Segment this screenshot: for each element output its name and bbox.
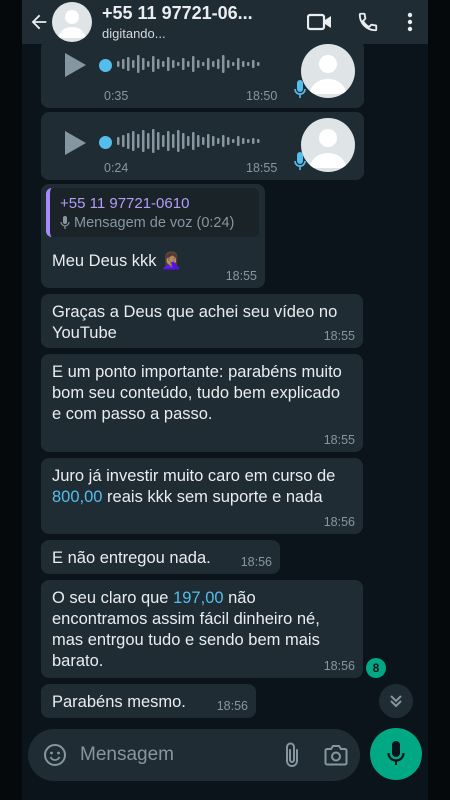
voice-duration: 0:24 [104,161,129,175]
message-time: 18:55 [225,269,257,283]
message-bubble[interactable]: E um ponto importante: parabéns muito bo… [41,354,363,452]
mic-icon [60,216,70,229]
play-icon[interactable] [63,52,87,78]
avatar-icon [58,10,86,38]
playback-position[interactable] [99,136,112,149]
message-input[interactable]: Mensagem [80,744,272,766]
phone-number-link[interactable]: 800,00 [52,488,102,506]
message-time: 18:56 [240,555,272,569]
back-arrow-icon [31,14,47,30]
message-time: 18:50 [246,89,278,103]
message-time: 18:55 [323,433,355,447]
chevron-double-down-icon [390,695,402,708]
quoted-preview-text: Mensagem de voz (0:24) [74,215,235,231]
chat-area[interactable]: 0:35 18:50 0:24 18:55 +55 11 97721-0610 … [22,44,428,800]
more-vert-icon [407,12,413,32]
contact-name: +55 11 97721-06... [102,3,253,23]
mic-icon [294,80,306,98]
sender-avatar [301,118,355,172]
typing-status: digitando... [102,26,166,41]
quoted-preview: Mensagem de voz (0:24) [60,215,251,231]
message-text: Meu Deus kkk 🤦🏽‍♀️ [52,252,182,270]
message-bubble[interactable]: E não entregou nada. 18:56 [41,540,280,574]
play-icon[interactable] [63,130,87,156]
video-call-icon [307,13,331,31]
voice-message[interactable]: 0:35 18:50 [41,44,364,108]
camera-icon [324,745,348,766]
attach-button[interactable] [272,742,312,768]
back-button[interactable] [22,0,56,44]
avatar-icon [309,129,347,168]
phone-number-link[interactable]: 197,00 [173,589,223,607]
message-time: 18:56 [216,699,248,713]
waveform[interactable] [117,49,287,79]
waveform[interactable] [117,126,287,156]
message-bubble[interactable]: Graças a Deus que achei seu vídeo no You… [41,294,363,348]
frame-edge-left [0,0,22,800]
attach-icon [286,742,298,767]
mic-icon [294,152,306,170]
contact-avatar[interactable] [52,2,92,42]
voice-call-button[interactable] [344,0,392,44]
mic-icon [387,741,405,765]
camera-button[interactable] [312,744,360,766]
phone-icon [358,12,378,32]
emoji-icon [44,744,66,766]
record-voice-button[interactable] [370,728,422,780]
message-bubble[interactable]: Juro já investir muito caro em curso de … [41,458,363,534]
message-text: E um ponto importante: parabéns muito bo… [52,363,342,423]
reply-message[interactable]: +55 11 97721-0610 Mensagem de voz (0:24)… [41,184,265,288]
frame-edge-right [428,0,450,800]
message-text: Graças a Deus que achei seu vídeo no You… [52,303,338,342]
message-composer: Mensagem [28,729,360,781]
message-time: 18:55 [323,329,355,343]
message-time: 18:55 [246,161,278,175]
voice-message[interactable]: 0:24 18:55 [41,112,364,180]
message-text-part: Juro já investir muito caro em curso de [52,467,336,485]
message-text: E não entregou nada. [52,549,211,567]
message-text-part: O seu claro que [52,589,174,607]
avatar-icon [309,55,347,94]
message-text-part: reais kkk sem suporte e nada [102,488,323,506]
more-options-button[interactable] [392,0,428,44]
message-time: 18:56 [323,659,355,673]
sender-avatar [301,44,355,98]
message-text: Juro já investir muito caro em curso de … [52,466,353,508]
chat-header: +55 11 97721-06... digitando... [22,0,428,44]
message-bubble[interactable]: O seu claro que 197,00 não encontramos a… [41,580,363,678]
contact-info[interactable]: +55 11 97721-06... digitando... [102,3,296,41]
scroll-to-bottom-button[interactable] [379,684,413,718]
playback-position[interactable] [99,59,112,72]
message-bubble[interactable]: Parabéns mesmo. 18:56 [41,684,256,718]
quoted-message[interactable]: +55 11 97721-0610 Mensagem de voz (0:24) [46,188,259,237]
voice-duration: 0:35 [104,89,129,103]
quoted-sender: +55 11 97721-0610 [60,195,190,212]
emoji-button[interactable] [32,743,78,767]
video-call-button[interactable] [296,0,344,44]
message-text: O seu claro que 197,00 não encontramos a… [52,588,353,672]
message-time: 18:56 [323,515,355,529]
unread-count-badge: 8 [366,658,386,678]
